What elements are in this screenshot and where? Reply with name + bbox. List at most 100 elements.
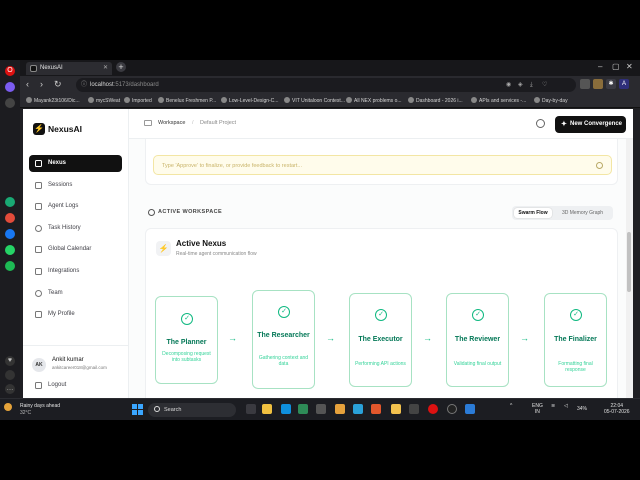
page-scrollbar[interactable] — [626, 139, 633, 398]
language-indicator[interactable]: ENG IN — [532, 403, 543, 415]
avatar[interactable]: AK — [32, 358, 46, 372]
sidebar-item-task-history[interactable]: Task History — [29, 220, 122, 237]
bookmark-item[interactable]: mycSWeat — [88, 94, 120, 108]
bookmark-item[interactable]: Benelux Freshmen P... — [158, 94, 216, 108]
sidebar-item-team[interactable]: Team — [29, 285, 122, 302]
nexusai-favicon-icon — [30, 65, 37, 72]
spotify-icon[interactable] — [5, 261, 15, 271]
github-icon[interactable] — [447, 404, 457, 414]
heart-icon[interactable]: ♥ — [5, 356, 15, 366]
puzzle-icon[interactable]: ✱ — [606, 79, 616, 89]
bookmark-item[interactable]: Day-by-day — [534, 94, 568, 108]
taskbar: Rainy days ahead 32°C Search ^ ENG IN ≋ ◁… — [0, 398, 640, 420]
weather-icon[interactable] — [4, 403, 12, 411]
bookmark-item[interactable]: Low-Level-Design-C... — [221, 94, 278, 108]
logout-icon — [35, 382, 42, 389]
messenger-icon[interactable] — [5, 229, 15, 239]
tab-3d-memory-graph[interactable]: 3D Memory Graph — [554, 208, 611, 218]
bookmark-item[interactable]: Imported — [124, 94, 152, 108]
app-icon[interactable] — [409, 404, 419, 414]
vscode-icon[interactable] — [465, 404, 475, 414]
volume-icon[interactable]: ◁ — [564, 403, 568, 409]
bookmark-item[interactable]: APIs and services -... — [471, 94, 526, 108]
agent-node-researcher[interactable]: ✓ The Researcher Gathering context and d… — [252, 290, 315, 389]
close-window-icon[interactable]: ✕ — [626, 62, 633, 71]
close-tab-icon[interactable]: ✕ — [103, 62, 108, 75]
sidebar-toggle-icon[interactable] — [144, 120, 152, 126]
agent-node-finalizer[interactable]: ✓ The Finalizer Formatting final respons… — [544, 293, 607, 387]
edge-icon[interactable] — [281, 404, 291, 414]
scrollbar-thumb[interactable] — [627, 232, 631, 292]
sidebar-item-global-calendar[interactable]: Global Calendar — [29, 241, 122, 258]
sidebar-item-integrations[interactable]: Integrations — [29, 263, 122, 280]
weather-summary[interactable]: Rainy days ahead — [20, 403, 60, 409]
new-convergence-button[interactable]: ✦ New Convergence — [555, 116, 626, 133]
shield-icon[interactable]: ◈ — [518, 78, 523, 92]
app-icon[interactable] — [371, 404, 381, 414]
download-icon[interactable]: ⤓ — [530, 78, 533, 92]
forward-icon[interactable]: › — [40, 79, 43, 89]
feedback-placeholder: Type 'Approve' to finalize, or provide f… — [162, 163, 302, 169]
minimize-icon[interactable]: – — [598, 62, 602, 71]
maximize-icon[interactable]: ▢ — [612, 62, 620, 71]
opera-icon[interactable] — [428, 404, 438, 414]
back-icon[interactable]: ‹ — [26, 79, 29, 89]
taskbar-search[interactable]: Search — [148, 403, 236, 417]
agent-node-executor[interactable]: ✓ The Executor Performing API actions — [349, 293, 412, 387]
feedback-input[interactable]: Type 'Approve' to finalize, or provide f… — [153, 155, 612, 175]
wifi-icon[interactable]: ≋ — [551, 403, 555, 409]
profile-avatar-icon[interactable] — [593, 79, 603, 89]
search-label: Search — [164, 407, 182, 413]
bookmark-favicon-icon — [408, 97, 414, 103]
bookmark-item[interactable]: VIT Unitaloon Contest... — [284, 94, 345, 108]
agent-title: The Executor — [358, 336, 403, 343]
clock-icon[interactable] — [536, 119, 545, 128]
file-explorer-icon[interactable] — [391, 404, 401, 414]
terminal-icon — [35, 203, 42, 210]
address-bar[interactable]: ⓘ localhost:5173/dashboard ◉ ◈ ⤓ ♡ — [76, 78, 576, 92]
widgets-icon[interactable] — [262, 404, 272, 414]
bookmark-item[interactable]: All NEX problems o... — [346, 94, 402, 108]
sidebar-item-nexus[interactable]: Nexus — [29, 155, 122, 172]
github-icon — [221, 97, 227, 103]
sidebar-item-my-profile[interactable]: My Profile — [29, 306, 122, 323]
aria-icon[interactable] — [5, 98, 15, 108]
weather-temperature: 32°C — [20, 410, 32, 416]
app-icon[interactable] — [335, 404, 345, 414]
breadcrumb-workspace[interactable]: Workspace — [158, 118, 185, 128]
bookmark-item[interactable]: Mayank23t106/Dic... — [26, 94, 80, 108]
new-tab-icon[interactable]: + — [116, 62, 126, 72]
telegram-icon[interactable] — [353, 404, 363, 414]
home-icon[interactable] — [5, 82, 15, 92]
tab-nexusai[interactable]: NexusAI ✕ — [26, 62, 112, 75]
history-icon[interactable] — [5, 370, 15, 380]
agent-description: Validating final output — [453, 361, 502, 367]
agent-node-reviewer[interactable]: ✓ The Reviewer Validating final output — [446, 293, 509, 387]
top-bar: Workspace / Default Project ✦ New Conver… — [129, 109, 633, 139]
chatgpt-icon[interactable] — [5, 197, 15, 207]
sidebar-item-agent-logs[interactable]: Agent Logs — [29, 198, 122, 215]
app-icon[interactable] — [316, 404, 326, 414]
bookmark-item[interactable]: Dashboard - 2026 i... — [408, 94, 463, 108]
app-icon[interactable] — [5, 213, 15, 223]
whatsapp-icon[interactable] — [5, 245, 15, 255]
opera-menu-icon[interactable]: O — [5, 66, 15, 76]
windows-start-icon[interactable] — [132, 404, 143, 415]
logout-button[interactable]: Logout — [29, 378, 66, 392]
more-icon[interactable]: … — [5, 384, 15, 394]
app-icon[interactable] — [298, 404, 308, 414]
refresh-icon[interactable] — [596, 162, 603, 169]
site-info-icon[interactable]: ⓘ — [81, 78, 87, 92]
bookmark-icon[interactable]: ♡ — [542, 78, 547, 92]
tab-swarm-flow[interactable]: Swarm Flow — [514, 208, 552, 218]
reload-icon[interactable]: ↻ — [54, 79, 62, 90]
agent-node-planner[interactable]: ✓ The Planner Decomposing request into s… — [155, 296, 218, 384]
battery-indicator[interactable]: 34% — [577, 406, 587, 412]
aria-ai-icon[interactable]: A — [619, 79, 629, 89]
camera-icon[interactable]: ◉ — [506, 78, 511, 92]
task-view-icon[interactable] — [246, 404, 256, 414]
tray-overflow-icon[interactable]: ^ — [510, 403, 512, 409]
extension-icon[interactable] — [580, 79, 590, 89]
sidebar-item-sessions[interactable]: Sessions — [29, 177, 122, 194]
clock[interactable]: 22:04 05-07-2026 — [604, 403, 630, 415]
